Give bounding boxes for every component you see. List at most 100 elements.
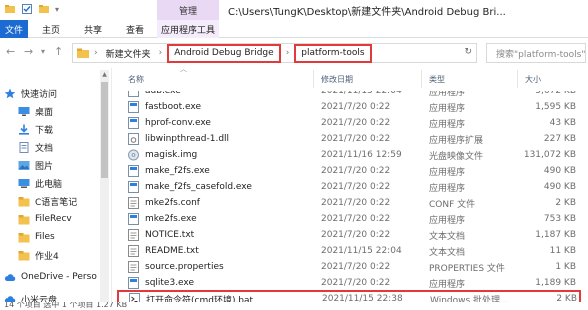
scrollbar-thumb[interactable] <box>101 82 108 178</box>
file-row[interactable]: make_f2fs_casefold.exe 2021/7/20 0:22 应用程序… <box>118 179 580 195</box>
file-name-cell[interactable]: README.txt <box>118 245 314 257</box>
column-header-name[interactable]: 名称 <box>118 70 314 88</box>
manage-tab[interactable]: 管理 <box>157 0 219 20</box>
file-date: 2021/7/20 0:22 <box>321 278 391 288</box>
sidebar-item-homework4[interactable]: 作业4 <box>18 246 59 264</box>
file-row[interactable]: hprof-conv.exe 2021/7/20 0:22 应用程序 43 KB <box>118 115 580 131</box>
file-type: 应用程序 <box>429 215 466 226</box>
checkbox-icon[interactable] <box>21 3 33 15</box>
file-date: 2021/11/15 22:04 <box>321 246 402 256</box>
file-row[interactable]: sqlite3.exe 2021/7/20 0:22 应用程序 1,189 KB <box>118 275 580 291</box>
tab-home[interactable]: 主页 <box>36 20 66 38</box>
forward-arrow-icon[interactable]: → <box>24 45 33 58</box>
file-type: PROPERTIES 文件 <box>429 263 505 274</box>
file-name-cell[interactable]: fastboot.exe <box>118 101 314 113</box>
file-date: 2021/7/20 0:22 <box>321 134 391 144</box>
tab-share[interactable]: 共享 <box>78 20 108 38</box>
sidebar-item-documents[interactable]: 文档 ✱ <box>18 138 109 156</box>
file-row[interactable]: mke2fs.conf 2021/7/20 0:22 CONF 文件 2 KB <box>118 195 580 211</box>
file-type: 应用程序 <box>429 183 466 194</box>
file-date: 2021/7/20 0:22 <box>321 198 391 208</box>
file-row[interactable]: fastboot.exe 2021/7/20 0:22 应用程序 1,595 KB <box>118 99 580 115</box>
breadcrumb-new-folder[interactable]: 新建文件夹 <box>103 45 154 61</box>
sidebar-item-label: 快速访问 <box>21 89 58 100</box>
breadcrumb-separator: › <box>94 48 98 58</box>
sidebar-item-label: 下载 <box>35 125 54 136</box>
tab-app-tools[interactable]: 应用程序工具 <box>157 20 219 38</box>
file-name-cell[interactable]: magisk.img <box>118 149 314 161</box>
file-name-cell[interactable]: NOTICE.txt <box>118 229 314 241</box>
breadcrumb-android-debug-bridge[interactable]: Android Debug Bridge <box>167 43 281 63</box>
exe-icon <box>128 101 139 113</box>
file-date: 2021/11/16 12:59 <box>321 150 402 160</box>
refresh-icon[interactable]: ↻ <box>464 47 472 57</box>
exe-icon <box>128 181 139 193</box>
sidebar-item-quick-access[interactable]: 快速访问 <box>4 84 57 102</box>
qat-dropdown-icon[interactable]: ▾ <box>55 5 59 14</box>
file-name: hprof-conv.exe <box>145 118 211 128</box>
column-header-date[interactable]: 修改日期 <box>314 70 422 88</box>
column-header-type[interactable]: 类型 <box>422 70 518 88</box>
file-name: libwinpthread-1.dll <box>145 134 230 144</box>
sidebar-item-desktop[interactable]: 桌面 ✱ <box>18 102 109 120</box>
sidebar-item-c-notes[interactable]: C语言笔记 <box>18 192 77 210</box>
recent-locations-icon[interactable]: ▾ <box>41 47 45 56</box>
sidebar-item-filerecv[interactable]: FileRecv <box>18 210 72 228</box>
file-size: 43 KB <box>549 118 576 128</box>
file-row[interactable]: make_f2fs.exe 2021/7/20 0:22 应用程序 490 KB <box>118 163 580 179</box>
sidebar-item-label: 作业4 <box>35 251 59 262</box>
file-size: 1,187 KB <box>535 230 576 240</box>
file-name-cell[interactable]: mke2fs.conf <box>118 197 314 209</box>
up-arrow-icon[interactable]: ↑ <box>54 45 63 58</box>
computer-icon <box>18 178 30 188</box>
sidebar-item-label: FileRecv <box>35 214 72 224</box>
file-name-cell[interactable]: mke2fs.exe <box>118 213 314 225</box>
scroll-up-arrow-icon[interactable]: ▲ <box>100 71 109 78</box>
ribbon-tabs: 文件 主页 共享 查看 应用程序工具 <box>0 20 588 38</box>
picture-icon <box>18 160 30 170</box>
sidebar-item-onedrive[interactable]: OneDrive - Perso <box>4 268 97 286</box>
file-row[interactable]: README.txt 2021/11/15 22:04 文本文档 11 KB <box>118 243 580 259</box>
file-name-cell[interactable]: sqlite3.exe <box>118 277 314 289</box>
sidebar-item-files[interactable]: Files <box>18 228 55 246</box>
search-box[interactable]: 搜索"platform-tools" <box>486 43 586 63</box>
file-name-cell[interactable]: hprof-conv.exe <box>118 117 314 129</box>
file-name-cell[interactable]: make_f2fs.exe <box>118 165 314 177</box>
breadcrumb-separator[interactable]: › <box>286 48 290 58</box>
sidebar-scrollbar[interactable]: ▲ <box>100 70 109 310</box>
tab-file[interactable]: 文件 <box>0 20 28 38</box>
file-type: 文本文档 <box>429 231 466 242</box>
back-arrow-icon[interactable]: ← <box>6 45 15 58</box>
file-name-cell[interactable]: source.properties <box>118 261 314 273</box>
file-date: 2021/7/20 0:22 <box>321 166 391 176</box>
sidebar-item-label: OneDrive - Perso <box>21 272 97 282</box>
file-row[interactable]: magisk.img 2021/11/16 12:59 光盘映像文件 131,072 … <box>118 147 580 163</box>
sidebar-item-label: 图片 <box>35 161 54 172</box>
sidebar-item-pictures[interactable]: 图片 ✱ <box>18 156 109 174</box>
text-file-icon <box>128 229 139 241</box>
file-row[interactable]: source.properties 2021/7/20 0:22 PROPERTIE… <box>118 259 580 275</box>
address-bar[interactable]: › 新建文件夹 › Android Debug Bridge › platfor… <box>72 43 477 63</box>
breadcrumb-separator[interactable]: › <box>159 48 163 58</box>
sidebar-item-downloads[interactable]: 下载 ✱ <box>18 120 109 138</box>
sidebar-item-this-pc[interactable]: 此电脑 ✱ <box>18 174 109 192</box>
file-row[interactable]: NOTICE.txt 2021/7/20 0:22 文本文档 1,187 KB <box>118 227 580 243</box>
tab-view[interactable]: 查看 <box>120 20 150 38</box>
file-type: 应用程序 <box>429 119 466 130</box>
file-name-cell[interactable]: libwinpthread-1.dll <box>118 133 314 145</box>
exe-icon <box>128 277 139 289</box>
breadcrumb-platform-tools[interactable]: platform-tools <box>294 43 372 63</box>
new-folder-icon[interactable] <box>38 3 50 15</box>
file-size: 1,595 KB <box>535 102 576 112</box>
file-name: make_f2fs.exe <box>145 166 210 176</box>
file-name-cell[interactable]: make_f2fs_casefold.exe <box>118 181 314 193</box>
file-row[interactable]: libwinpthread-1.dll 2021/7/20 0:22 应用程序扩展 2… <box>118 131 580 147</box>
column-header-size[interactable]: 大小 <box>518 70 578 88</box>
file-row[interactable]: mke2fs.exe 2021/7/20 0:22 应用程序 753 KB <box>118 211 580 227</box>
file-type: 应用程序 <box>429 103 466 114</box>
file-size: 2 KB <box>555 198 576 208</box>
file-name: mke2fs.conf <box>145 198 200 208</box>
status-bar: 14 个项目 选中 1 个项目 1.27 KB <box>0 302 588 310</box>
file-size: 1,189 KB <box>535 278 576 288</box>
file-size: 490 KB <box>543 182 576 192</box>
